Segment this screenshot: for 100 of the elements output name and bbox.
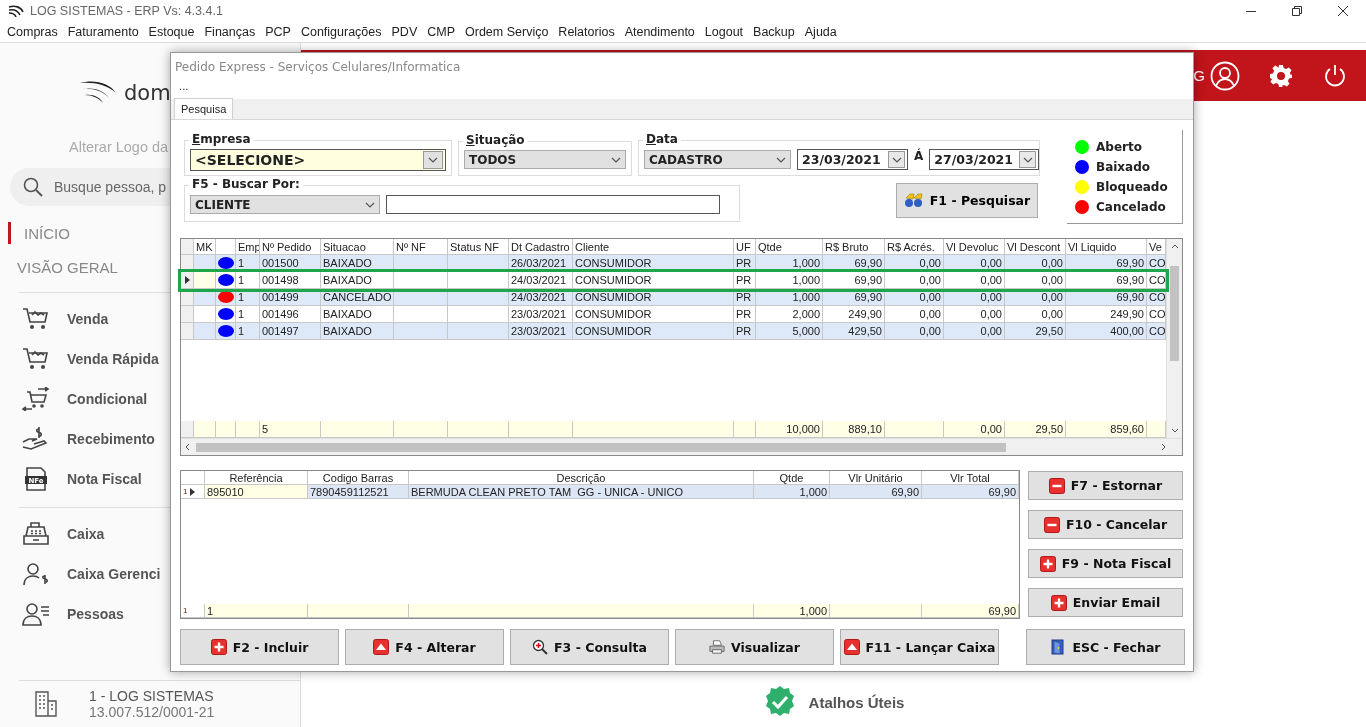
minus-icon [1043, 516, 1060, 533]
shortcuts-label[interactable]: Atalhos Úteis [808, 693, 905, 711]
table-cell: 1,000 [756, 272, 823, 289]
nav-item[interactable]: Caixa Gerenci [0, 554, 161, 594]
horizontal-scrollbar[interactable] [181, 438, 1182, 455]
nav-item[interactable]: Condicional [0, 379, 148, 419]
tab[interactable]: Pesquisa [174, 98, 234, 119]
menu-item[interactable]: Backup [748, 25, 800, 39]
menu-item[interactable]: ... [179, 81, 189, 92]
cart-icon [22, 307, 50, 331]
menu-item[interactable]: Compras [2, 25, 63, 39]
date-type-dropdown[interactable]: CADASTRO [644, 150, 791, 169]
action-button[interactable]: F7 - Estornar [1028, 471, 1183, 500]
menu-item[interactable]: Ordem Serviço [460, 25, 554, 39]
nav-item[interactable]: Venda [0, 299, 109, 339]
action-button[interactable]: F9 - Nota Fiscal [1028, 549, 1183, 578]
search-icon [23, 177, 43, 197]
row-header[interactable]: 1 [181, 485, 205, 499]
menu-item[interactable]: Relatorios [553, 25, 620, 39]
table-row[interactable]: 1 895010 7890459112521 BERMUDA CLEAN PRETO TAM GG - UNICA - UNICO 1,000 69,90 69,90 [181, 485, 1019, 499]
table-cell: 69,90 [830, 485, 922, 499]
table-cell: 1,000 [754, 604, 830, 618]
menu-item[interactable]: Finanças [199, 25, 261, 39]
chevron-down-icon [891, 156, 902, 163]
company-dropdown[interactable]: <SELECIONE> [190, 149, 446, 171]
restore-icon [1292, 6, 1302, 16]
date-field[interactable]: 23/03/2021 [797, 149, 908, 170]
status-dropdown[interactable]: TODOS [464, 150, 626, 169]
table-row[interactable]: 1 001497 BAIXADO 23/03/2021 CONSUMIDOR PR 5,000 429,50 0,00 0,00 29,50 400,00 CO [181, 323, 1166, 340]
menu-item[interactable]: PCP [260, 25, 296, 39]
table-cell: 29,50 [1005, 421, 1066, 438]
action-button[interactable]: F11 - Lançar Caixa [840, 629, 999, 665]
table-cell [734, 421, 756, 438]
company-name: 1 - LOG SISTEMAS [89, 688, 215, 704]
nav-section[interactable]: INÍCIO [8, 222, 70, 244]
app-logo-icon [8, 5, 24, 17]
nav-item[interactable]: Recebimento [0, 419, 155, 459]
action-button[interactable]: ESC - Fechar [1026, 629, 1185, 665]
row-pointer-icon [190, 487, 196, 496]
user-icon[interactable] [1210, 60, 1240, 91]
field-label: Data [643, 133, 681, 146]
action-button[interactable]: F10 - Cancelar [1028, 510, 1183, 539]
table-cell [394, 323, 448, 340]
table-cell: BAIXADO [321, 272, 394, 289]
table-row[interactable]: 1 001498 BAIXADO 24/03/2021 CONSUMIDOR PR 1,000 69,90 0,00 0,00 0,00 69,90 CO [181, 272, 1166, 289]
menu-item[interactable]: Configurações [295, 25, 387, 39]
field-label: Empresa [189, 133, 254, 146]
hand-dollar-icon [22, 427, 50, 451]
window-title: LOG SISTEMAS - ERP Vs: 4.3.4.1 [30, 4, 223, 18]
chevron-up-icon [1170, 244, 1179, 249]
table-cell: 001498 [260, 272, 321, 289]
power-icon[interactable] [1324, 64, 1346, 87]
nav-item[interactable]: Pessoas [0, 594, 124, 634]
action-button[interactable]: F3 - Consulta [510, 629, 669, 665]
chevron-down-icon [776, 156, 786, 163]
table-cell: 895010 [205, 485, 308, 499]
table-cell: 69,90 [823, 272, 885, 289]
plus-icon [210, 639, 227, 655]
table-cell: BERMUDA CLEAN PRETO TAM GG - UNICA - UNICO [409, 485, 754, 499]
menu-item[interactable]: Faturamento [62, 25, 144, 39]
table-cell: 001497 [260, 323, 321, 340]
building-icon [35, 691, 57, 717]
table-cell [509, 421, 573, 438]
table-cell: 23/03/2021 [509, 323, 573, 340]
table-cell: 69,90 [1066, 272, 1147, 289]
table-cell: 1,000 [754, 485, 830, 499]
action-button[interactable]: F4 - Alterar [345, 629, 504, 665]
table-cell: 29,50 [1005, 323, 1066, 340]
close-icon [1338, 6, 1348, 16]
menu-item[interactable]: PDV [386, 25, 423, 39]
row-header[interactable]: 1 [181, 604, 205, 618]
settings-icon[interactable] [1270, 64, 1292, 87]
row-header[interactable] [181, 272, 194, 289]
action-button[interactable]: Visualizar [675, 629, 834, 665]
table-cell: 0,00 [944, 323, 1005, 340]
search-button[interactable]: F1 - Pesquisar [896, 182, 1038, 218]
table-cell: 1 [236, 272, 260, 289]
table-cell [394, 272, 448, 289]
action-button[interactable]: F2 - Incluir [180, 629, 339, 665]
legend-label: Baixado [1096, 159, 1151, 174]
menu-item[interactable]: Logout [699, 25, 749, 39]
table-cell [448, 421, 509, 438]
menu-item[interactable]: Ajuda [799, 25, 842, 39]
nav-item[interactable]: Venda Rápida [0, 339, 159, 379]
table-cell [885, 421, 944, 438]
menu-item[interactable]: CMP [422, 25, 460, 39]
cart-icon [22, 347, 50, 371]
nav-item[interactable]: Caixa [0, 514, 105, 554]
table-row[interactable]: 1 001496 BAIXADO 23/03/2021 CONSUMIDOR PR 2,000 249,90 0,00 0,00 0,00 249,90 CO [181, 306, 1166, 323]
menu-item[interactable]: Atendimento [619, 25, 700, 39]
nav-section[interactable]: VISÃO GERAL [8, 250, 118, 284]
vertical-scrollbar[interactable] [1166, 239, 1182, 438]
search-input[interactable] [386, 195, 720, 214]
date-field[interactable]: 27/03/2021 [929, 149, 1040, 170]
table-cell [194, 421, 216, 438]
menu-item[interactable]: Estoque [143, 25, 200, 39]
search-by-dropdown[interactable]: CLIENTE [190, 195, 380, 214]
action-button[interactable]: Enviar Email [1028, 588, 1183, 617]
cart-arrows-icon [22, 387, 50, 411]
legend-label: Bloqueado [1096, 179, 1168, 194]
